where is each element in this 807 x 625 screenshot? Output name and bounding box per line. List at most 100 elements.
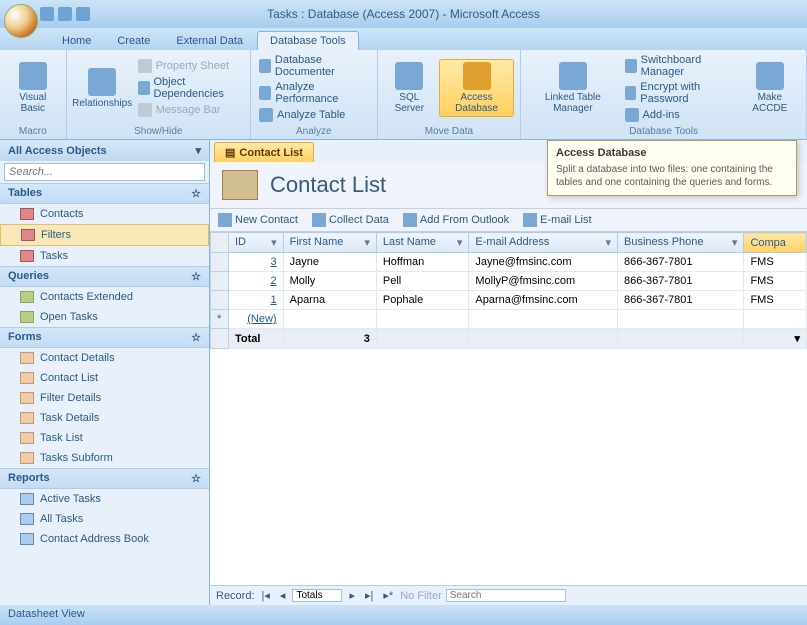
- cell-first-name[interactable]: Aparna: [283, 291, 376, 310]
- row-selector[interactable]: [211, 253, 229, 272]
- cell-id[interactable]: 1: [229, 291, 284, 310]
- addins-button[interactable]: Add-ins: [623, 107, 736, 123]
- nav-search: [0, 161, 209, 183]
- make-accde-button[interactable]: Make ACCDE: [740, 60, 800, 116]
- nav-item-all-tasks[interactable]: All Tasks: [0, 509, 209, 529]
- col-id[interactable]: ID▾: [229, 233, 284, 253]
- select-all-cell[interactable]: [211, 233, 229, 253]
- tab-external-data[interactable]: External Data: [164, 32, 255, 50]
- col-last-name[interactable]: Last Name▾: [376, 233, 469, 253]
- nav-cat-queries[interactable]: Queries☆: [0, 266, 209, 287]
- row-selector[interactable]: *: [211, 310, 229, 329]
- datasheet-grid[interactable]: ID▾ First Name▾ Last Name▾ E-mail Addres…: [210, 232, 807, 585]
- database-documenter-button[interactable]: Database Documenter: [257, 53, 371, 79]
- cell-first-name[interactable]: Jayne: [283, 253, 376, 272]
- encrypt-password-button[interactable]: Encrypt with Password: [623, 80, 736, 106]
- record-position-input[interactable]: [292, 589, 342, 602]
- office-button[interactable]: [4, 4, 38, 38]
- dropdown-icon[interactable]: ▾: [606, 236, 612, 249]
- qat-save-icon[interactable]: [40, 7, 54, 21]
- add-from-outlook-button[interactable]: Add From Outlook: [403, 213, 509, 227]
- cell-phone[interactable]: 866-367-7801: [618, 291, 744, 310]
- doc-tab-contact-list[interactable]: ▤ Contact List: [214, 142, 314, 162]
- switchboard-manager-button[interactable]: Switchboard Manager: [623, 53, 736, 79]
- collapse-icon: ☆: [191, 472, 201, 485]
- nav-item-contact-details[interactable]: Contact Details: [0, 348, 209, 368]
- search-input[interactable]: [4, 163, 205, 181]
- new-record-button[interactable]: ▸*: [380, 589, 396, 602]
- search-records-input[interactable]: [446, 589, 566, 602]
- col-first-name[interactable]: First Name▾: [283, 233, 376, 253]
- table-row[interactable]: 2 Molly Pell MollyP@fmsinc.com 866-367-7…: [211, 272, 807, 291]
- access-database-button[interactable]: Access Database: [439, 59, 514, 117]
- cell-phone[interactable]: 866-367-7801: [618, 272, 744, 291]
- email-list-button[interactable]: E-mail List: [523, 213, 591, 227]
- cell-last-name[interactable]: Pophale: [376, 291, 469, 310]
- table-row[interactable]: 1 Aparna Pophale Aparna@fmsinc.com 866-3…: [211, 291, 807, 310]
- analyze-table-button[interactable]: Analyze Table: [257, 107, 371, 123]
- qat-redo-icon[interactable]: [76, 7, 90, 21]
- prev-record-button[interactable]: ◂: [277, 589, 289, 602]
- dropdown-icon[interactable]: ▾: [457, 236, 463, 249]
- chevron-down-icon[interactable]: ▾: [195, 144, 201, 157]
- new-record-row[interactable]: * (New): [211, 310, 807, 329]
- col-business-phone[interactable]: Business Phone▾: [618, 233, 744, 253]
- nav-item-open-tasks[interactable]: Open Tasks: [0, 307, 209, 327]
- tab-database-tools[interactable]: Database Tools: [257, 31, 359, 50]
- cell-email[interactable]: Jayne@fmsinc.com: [469, 253, 618, 272]
- nav-item-contact-list[interactable]: Contact List: [0, 368, 209, 388]
- cell-company[interactable]: FMS: [744, 253, 807, 272]
- tab-home[interactable]: Home: [50, 32, 103, 50]
- nav-cat-tables[interactable]: Tables☆: [0, 183, 209, 204]
- collect-data-button[interactable]: Collect Data: [312, 213, 389, 227]
- nav-item-active-tasks[interactable]: Active Tasks: [0, 489, 209, 509]
- nav-item-task-details[interactable]: Task Details: [0, 408, 209, 428]
- cell-email[interactable]: MollyP@fmsinc.com: [469, 272, 618, 291]
- new-contact-button[interactable]: New Contact: [218, 213, 298, 227]
- cell-id[interactable]: 2: [229, 272, 284, 291]
- cell-email[interactable]: Aparna@fmsinc.com: [469, 291, 618, 310]
- nav-item-contacts[interactable]: Contacts: [0, 204, 209, 224]
- nav-item-contacts-extended[interactable]: Contacts Extended: [0, 287, 209, 307]
- nav-item-filters[interactable]: Filters: [0, 224, 209, 246]
- cell-company[interactable]: FMS: [744, 272, 807, 291]
- cell-first-name[interactable]: Molly: [283, 272, 376, 291]
- dropdown-icon[interactable]: ▾: [271, 236, 277, 249]
- cell-last-name[interactable]: Hoffman: [376, 253, 469, 272]
- dropdown-icon[interactable]: ▾: [364, 236, 370, 249]
- row-selector[interactable]: [211, 272, 229, 291]
- dropdown-icon[interactable]: ▾: [732, 236, 738, 249]
- row-selector[interactable]: [211, 291, 229, 310]
- total-dropdown[interactable]: ▾: [744, 329, 807, 349]
- col-email[interactable]: E-mail Address▾: [469, 233, 618, 253]
- nav-cat-reports[interactable]: Reports☆: [0, 468, 209, 489]
- first-record-button[interactable]: |◂: [259, 589, 273, 602]
- sql-server-button[interactable]: SQL Server: [384, 60, 435, 116]
- relationships-button[interactable]: Relationships: [73, 66, 132, 111]
- cell-company[interactable]: FMS: [744, 291, 807, 310]
- linked-table-manager-button[interactable]: Linked Table Manager: [527, 60, 618, 116]
- sql-server-icon: [395, 62, 423, 90]
- nav-item-contact-address-book[interactable]: Contact Address Book: [0, 529, 209, 549]
- object-dependencies-button[interactable]: Object Dependencies: [136, 75, 244, 101]
- visual-basic-button[interactable]: Visual Basic: [6, 60, 60, 116]
- record-navigator: Record: |◂ ◂ ▸ ▸| ▸* No Filter: [210, 585, 807, 605]
- view-mode-label: Datasheet View: [8, 608, 85, 620]
- next-record-button[interactable]: ▸: [346, 589, 358, 602]
- nav-item-tasks-subform[interactable]: Tasks Subform: [0, 448, 209, 468]
- tab-create[interactable]: Create: [105, 32, 162, 50]
- cell-last-name[interactable]: Pell: [376, 272, 469, 291]
- last-record-button[interactable]: ▸|: [362, 589, 376, 602]
- cell-new[interactable]: (New): [229, 310, 284, 329]
- nav-item-tasks[interactable]: Tasks: [0, 246, 209, 266]
- nav-header[interactable]: All Access Objects ▾: [0, 140, 209, 161]
- nav-item-filter-details[interactable]: Filter Details: [0, 388, 209, 408]
- table-row[interactable]: 3 Jayne Hoffman Jayne@fmsinc.com 866-367…: [211, 253, 807, 272]
- nav-item-task-list[interactable]: Task List: [0, 428, 209, 448]
- cell-id[interactable]: 3: [229, 253, 284, 272]
- cell-phone[interactable]: 866-367-7801: [618, 253, 744, 272]
- qat-undo-icon[interactable]: [58, 7, 72, 21]
- analyze-performance-button[interactable]: Analyze Performance: [257, 80, 371, 106]
- col-company[interactable]: Compa: [744, 233, 807, 253]
- nav-cat-forms[interactable]: Forms☆: [0, 327, 209, 348]
